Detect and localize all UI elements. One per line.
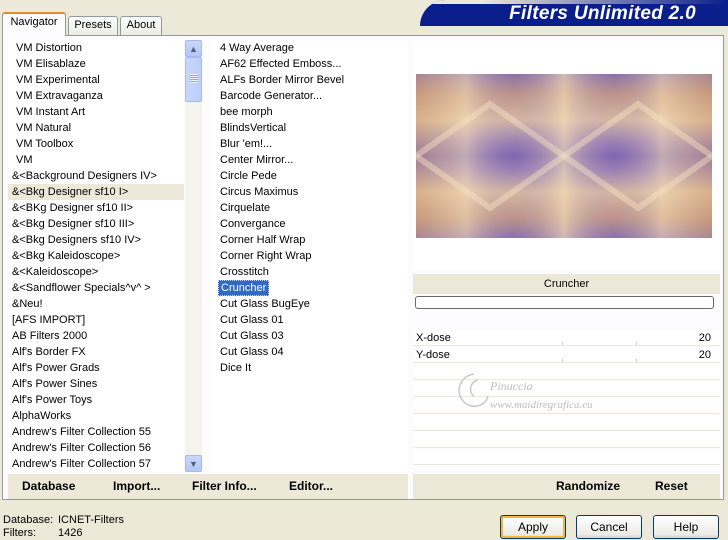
filters-count: 1426	[58, 527, 83, 539]
database-button[interactable]: Database	[22, 479, 75, 493]
preview-image	[416, 74, 712, 238]
filter-item[interactable]: Circus Maximus	[212, 184, 300, 200]
category-item[interactable]: &<Kaleidoscope>	[8, 264, 184, 280]
category-item[interactable]: VM Experimental	[8, 72, 184, 88]
category-item[interactable]: VM Distortion	[8, 40, 184, 56]
category-item[interactable]: &<Bkg Designers sf10 IV>	[8, 232, 184, 248]
filter-item[interactable]: Dice It	[212, 360, 253, 376]
filter-item[interactable]: Crosstitch	[212, 264, 271, 280]
category-item[interactable]: Andrew's Filter Collection 55	[8, 424, 184, 440]
category-item[interactable]: &<Bkg Designer sf10 I>	[8, 184, 184, 200]
parameter-panel: X-dose 20 Y-dose 20	[413, 314, 720, 472]
database-label: Database:	[3, 514, 54, 526]
tab-presets[interactable]: Presets	[68, 16, 118, 35]
category-item[interactable]: Alf's Power Grads	[8, 360, 184, 376]
scroll-thumb[interactable]	[185, 57, 202, 102]
banner-title: Filters Unlimited 2.0	[509, 3, 696, 24]
filter-item[interactable]: Cut Glass 04	[212, 344, 286, 360]
filters-label: Filters:	[3, 527, 36, 539]
panel-bottom-bar: Database Import... Filter Info... Editor…	[8, 474, 720, 499]
left-action-bar: Database Import... Filter Info... Editor…	[8, 474, 408, 499]
scroll-down-button[interactable]: ▼	[185, 455, 202, 472]
category-item[interactable]: Alf's Border FX	[8, 344, 184, 360]
banner: Filters Unlimited 2.0	[420, 0, 728, 26]
category-item[interactable]: VM Elisablaze	[8, 56, 184, 72]
filter-list[interactable]: 4 Way Average AF62 Effected Emboss... ALFs…	[212, 40, 408, 472]
filter-item[interactable]: Circle Pede	[212, 168, 279, 184]
param-slot-empty	[413, 364, 720, 380]
param-y-dose[interactable]: Y-dose 20	[413, 347, 720, 363]
filter-item[interactable]: Cirquelate	[212, 200, 272, 216]
editor-button[interactable]: Editor...	[289, 479, 333, 493]
filter-item[interactable]: AF62 Effected Emboss...	[212, 56, 343, 72]
filter-item[interactable]: ALFs Border Mirror Bevel	[212, 72, 346, 88]
category-item[interactable]: &<Sandflower Specials^v^ >	[8, 280, 184, 296]
category-item[interactable]: AB Filters 2000	[8, 328, 184, 344]
filter-item[interactable]: Center Mirror...	[212, 152, 295, 168]
filter-item[interactable]: Cut Glass 01	[212, 312, 286, 328]
param-slot-empty	[413, 398, 720, 414]
category-item[interactable]: &<Bkg Designer sf10 III>	[8, 216, 184, 232]
param-slot-empty	[413, 432, 720, 448]
param-value: 20	[698, 349, 711, 361]
database-value: ICNET-Filters	[58, 514, 124, 526]
category-item[interactable]: [AFS IMPORT]	[8, 312, 184, 328]
slider-ticks	[489, 359, 709, 362]
scroll-up-button[interactable]: ▲	[185, 40, 202, 57]
filter-item[interactable]: Barcode Generator...	[212, 88, 324, 104]
status-info: Database: ICNET-Filters Filters: 1426	[3, 514, 124, 540]
filter-item[interactable]: Convergance	[212, 216, 287, 232]
right-action-bar: Randomize Reset	[413, 474, 720, 499]
reset-button[interactable]: Reset	[655, 479, 688, 493]
tab-navigator[interactable]: Navigator	[2, 12, 66, 36]
category-scrollbar[interactable]: ▲ ▼	[185, 40, 202, 472]
chevron-up-icon: ▲	[189, 43, 198, 54]
param-value: 20	[698, 332, 711, 344]
param-label: Y-dose	[416, 349, 450, 361]
filter-item[interactable]: 4 Way Average	[212, 40, 296, 56]
help-button[interactable]: Help	[653, 515, 719, 539]
category-item[interactable]: VM Natural	[8, 120, 184, 136]
filter-item[interactable]: BlindsVertical	[212, 120, 288, 136]
cancel-button[interactable]: Cancel	[576, 515, 642, 539]
category-item[interactable]: AlphaWorks	[8, 408, 184, 424]
category-item[interactable]: Alf's Power Sines	[8, 376, 184, 392]
category-item[interactable]: VM Instant Art	[8, 104, 184, 120]
param-slot-empty	[413, 381, 720, 397]
filter-item[interactable]: Cut Glass 03	[212, 328, 286, 344]
category-item[interactable]: &<BKg Designer sf10 II>	[8, 200, 184, 216]
filter-item[interactable]: Corner Right Wrap	[212, 248, 314, 264]
param-slot-empty	[413, 415, 720, 431]
tab-about[interactable]: About	[120, 16, 162, 35]
category-item[interactable]: VM	[8, 152, 184, 168]
chevron-down-icon: ▼	[189, 458, 198, 469]
filter-item[interactable]: Corner Half Wrap	[212, 232, 307, 248]
category-item[interactable]: Andrew's Filter Collection 56	[8, 440, 184, 456]
param-x-dose[interactable]: X-dose 20	[413, 330, 720, 346]
category-item[interactable]: VM Toolbox	[8, 136, 184, 152]
category-item[interactable]: VM Extravaganza	[8, 88, 184, 104]
category-list[interactable]: VM Distortion VM Elisablaze VM Experimenta…	[8, 40, 184, 472]
param-slot-empty	[413, 449, 720, 465]
category-item[interactable]: Andrew's Filter Collection 57	[8, 456, 184, 472]
category-item[interactable]: &<Background Designers IV>	[8, 168, 184, 184]
filter-info-button[interactable]: Filter Info...	[192, 479, 257, 493]
filter-item[interactable]: Cut Glass BugEye	[212, 296, 312, 312]
filter-item[interactable]: bee morph	[212, 104, 275, 120]
filter-item[interactable]: Blur 'em!...	[212, 136, 274, 152]
category-item[interactable]: &<Bkg Kaleidoscope>	[8, 248, 184, 264]
selected-filter-name: Cruncher	[413, 274, 720, 294]
filter-item[interactable]: Cruncher	[218, 280, 270, 296]
import-button[interactable]: Import...	[113, 479, 160, 493]
apply-button[interactable]: Apply	[500, 515, 566, 539]
slider-ticks	[489, 342, 709, 345]
randomize-button[interactable]: Randomize	[556, 479, 620, 493]
category-item[interactable]: &Neu!	[8, 296, 184, 312]
progress-bar	[415, 296, 714, 309]
param-label: X-dose	[416, 332, 451, 344]
category-item[interactable]: Alf's Power Toys	[8, 392, 184, 408]
